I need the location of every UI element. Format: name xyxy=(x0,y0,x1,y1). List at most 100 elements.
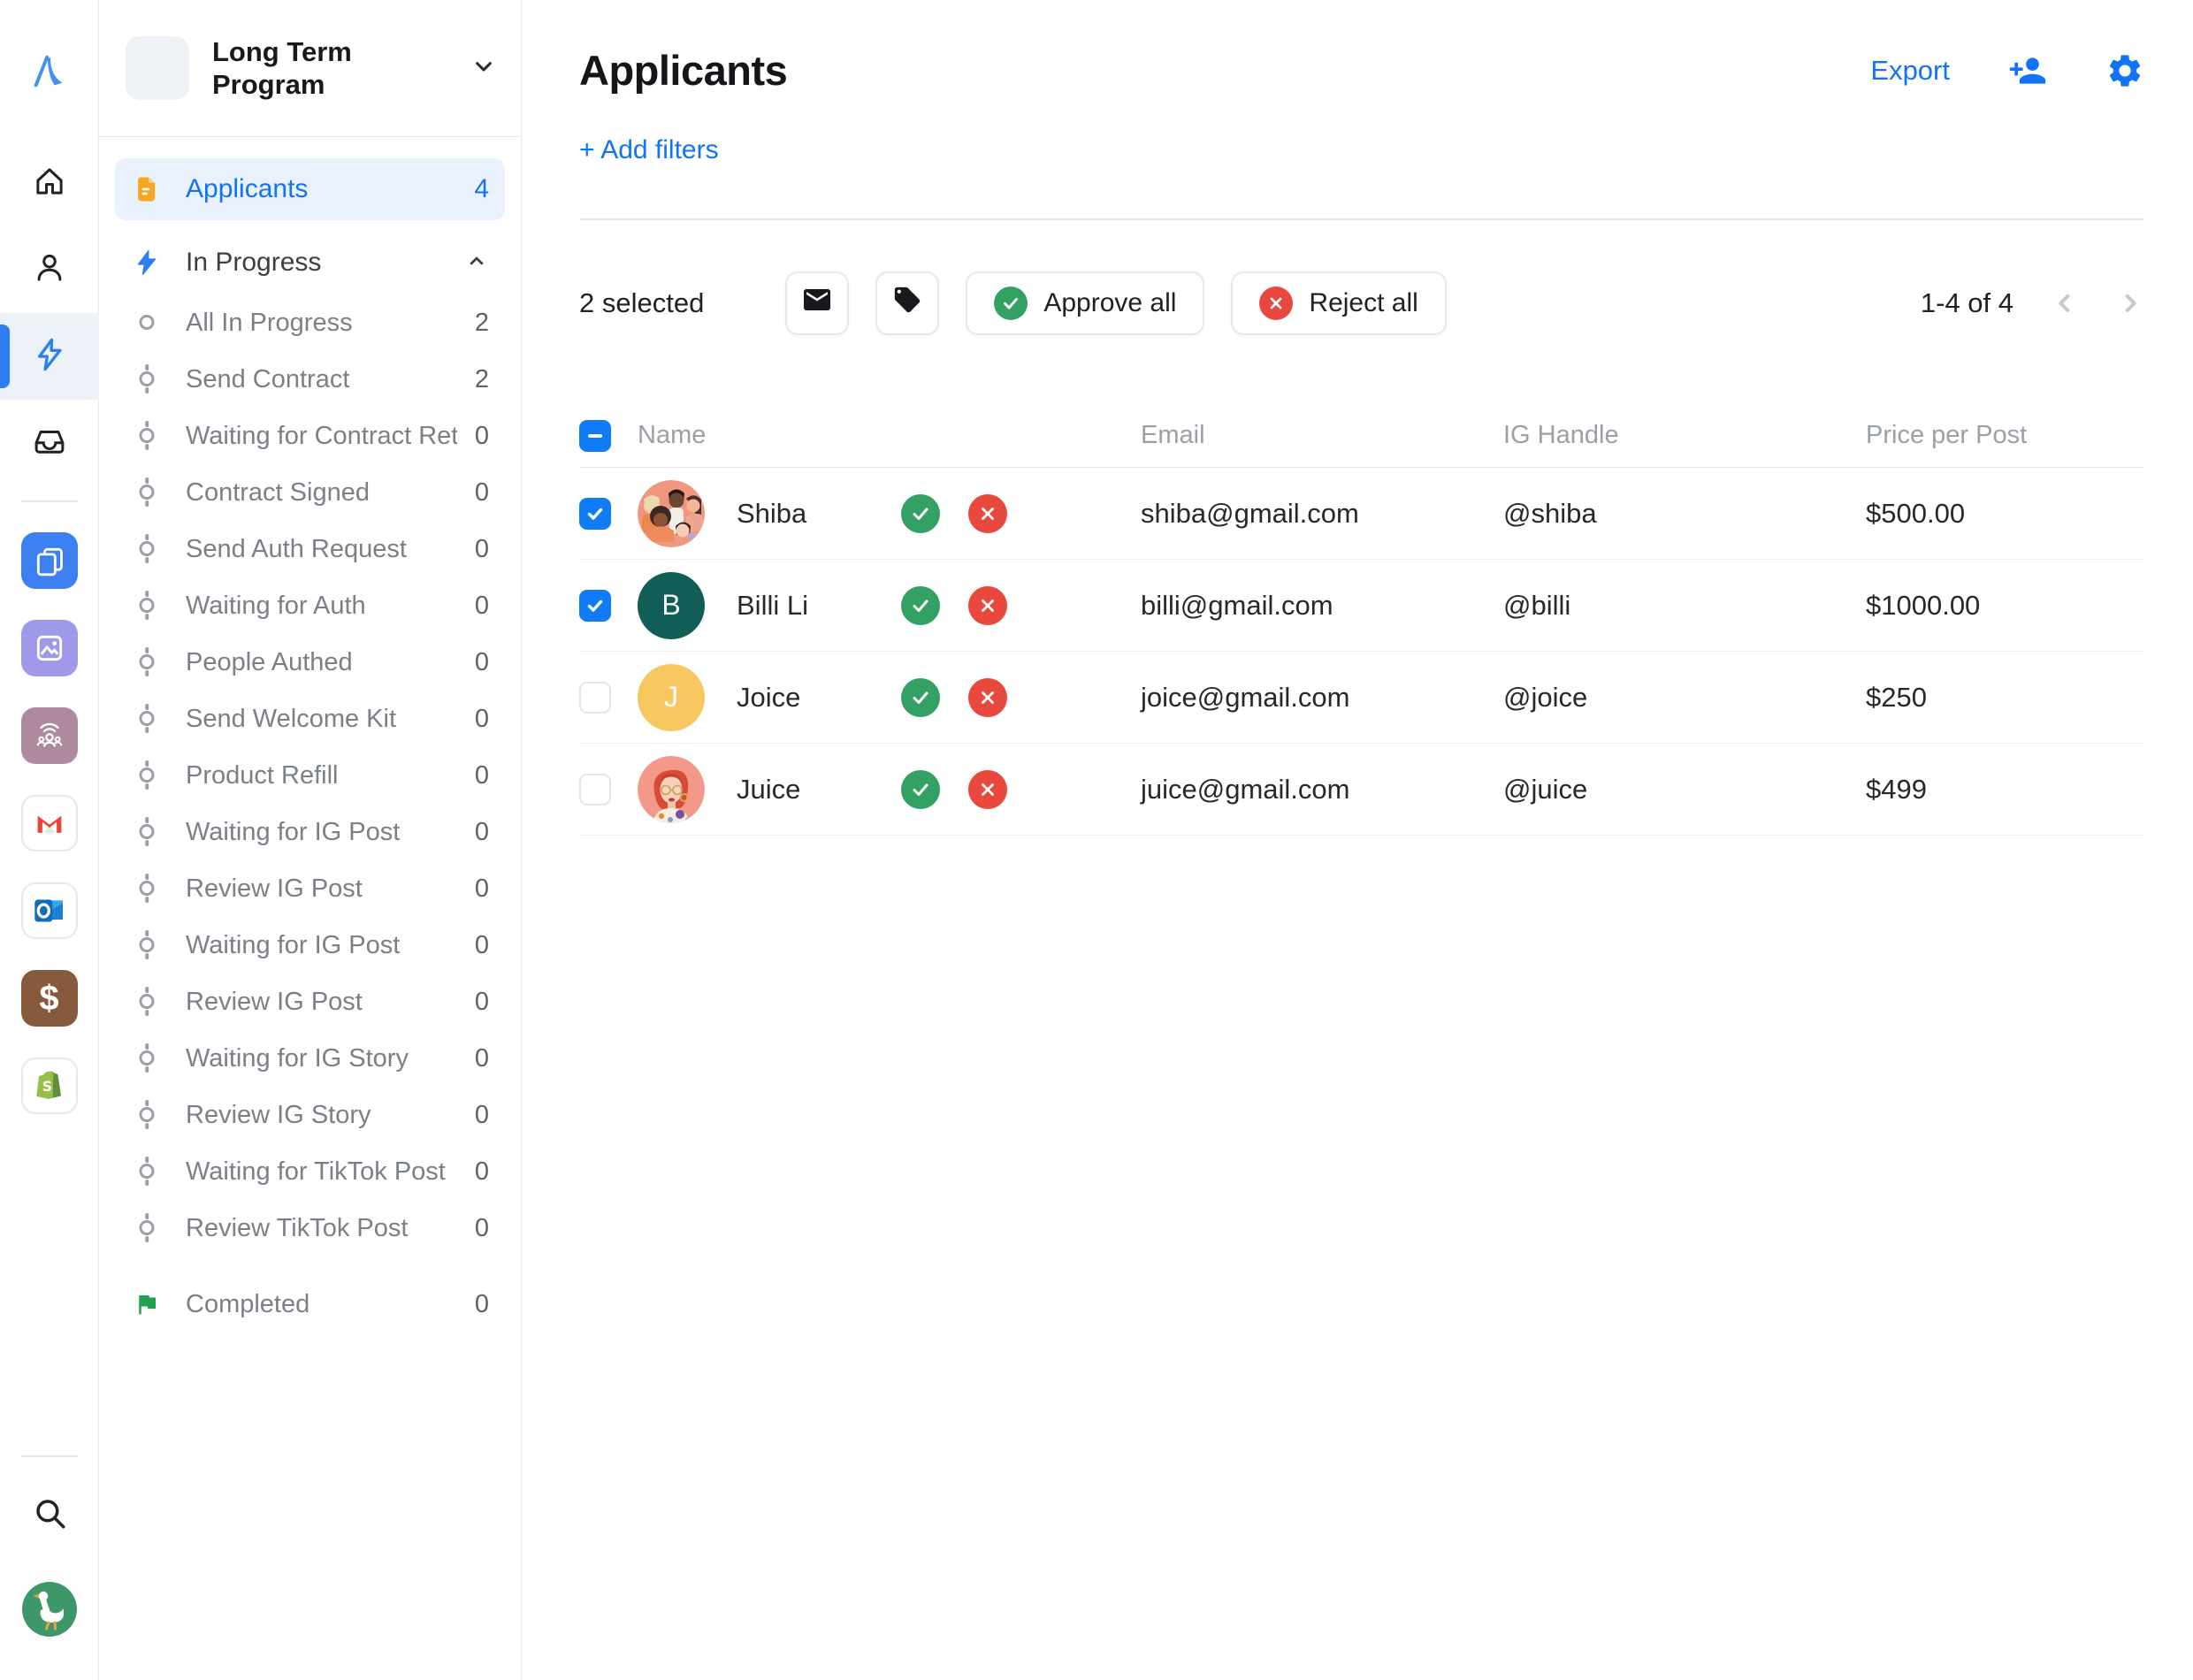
applicant-email: juice@gmail.com xyxy=(1141,774,1503,806)
column-header-name: Name xyxy=(638,421,1141,450)
sidebar-item-waiting-contract-return[interactable]: Waiting for Contract Ret... 0 xyxy=(115,408,505,464)
chevron-up-icon xyxy=(464,248,489,278)
next-page-button[interactable] xyxy=(2116,289,2144,317)
mail-icon xyxy=(801,284,833,323)
applicant-email: joice@gmail.com xyxy=(1141,682,1503,714)
stage-node-icon xyxy=(131,929,163,961)
applicant-email: billi@gmail.com xyxy=(1141,590,1503,622)
avatar: J xyxy=(638,664,705,731)
sidebar-item-review-tiktok-post[interactable]: Review TikTok Post 0 xyxy=(115,1200,505,1256)
sidebar-item-product-refill[interactable]: Product Refill 0 xyxy=(115,747,505,804)
approve-all-button[interactable]: Approve all xyxy=(966,271,1204,335)
sidebar-item-contract-signed[interactable]: Contract Signed 0 xyxy=(115,464,505,521)
page-title: Applicants xyxy=(579,46,787,95)
dollar-icon: $ xyxy=(21,970,78,1027)
rail-people-button[interactable] xyxy=(0,226,99,313)
sidebar-item-all-in-progress[interactable]: All In Progress 2 xyxy=(115,294,505,351)
lightning-icon xyxy=(31,336,68,378)
rail-content-app-button[interactable] xyxy=(0,516,99,604)
applicant-name: Joice xyxy=(737,682,901,714)
reject-button[interactable] xyxy=(968,770,1007,809)
applicants-table: Name Email IG Handle Price per Post Shib… xyxy=(579,404,2144,836)
sidebar-item-review-ig-post[interactable]: Review IG Post 0 xyxy=(115,860,505,917)
rail-payments-app-button[interactable]: $ xyxy=(0,954,99,1042)
column-header-ig-handle: IG Handle xyxy=(1503,421,1866,450)
add-filters-button[interactable]: + Add filters xyxy=(579,135,719,165)
shopify-icon: S xyxy=(21,1058,78,1114)
rail-shopify-app-button[interactable]: S xyxy=(0,1042,99,1129)
sidebar-item-review-ig-story[interactable]: Review IG Story 0 xyxy=(115,1087,505,1143)
rail-workflows-button[interactable] xyxy=(0,313,99,400)
goose-chat-button[interactable] xyxy=(21,1581,78,1638)
approve-button[interactable] xyxy=(901,586,940,625)
program-thumbnail xyxy=(126,36,189,100)
row-checkbox[interactable] xyxy=(579,682,611,714)
sidebar-group-in-progress[interactable]: In Progress xyxy=(115,231,505,294)
rail-search-button[interactable] xyxy=(0,1471,99,1558)
sidebar-item-waiting-for-ig-post[interactable]: Waiting for IG Post 0 xyxy=(115,804,505,860)
stage-node-icon xyxy=(131,533,163,565)
sidebar-item-people-authed[interactable]: People Authed 0 xyxy=(115,634,505,691)
sidebar-item-waiting-for-ig-post-2[interactable]: Waiting for IG Post 0 xyxy=(115,917,505,974)
sidebar: Long Term Program Applicants 4 In Progre… xyxy=(99,0,522,1680)
pages-icon xyxy=(21,532,78,589)
rail-media-app-button[interactable] xyxy=(0,604,99,691)
approve-button[interactable] xyxy=(901,494,940,533)
select-all-checkbox[interactable] xyxy=(579,420,611,452)
inbox-icon xyxy=(31,423,68,464)
sidebar-group-label: In Progress xyxy=(186,248,464,278)
rail-gmail-app-button[interactable] xyxy=(0,779,99,867)
pagination-range: 1-4 of 4 xyxy=(1921,287,2013,319)
applicant-name: Juice xyxy=(737,774,901,806)
applicant-price: $500.00 xyxy=(1866,498,2144,530)
rail-divider xyxy=(21,500,78,502)
row-checkbox[interactable] xyxy=(579,590,611,622)
stage-node-icon xyxy=(131,1212,163,1244)
applicant-ig-handle: @joice xyxy=(1503,682,1866,714)
stage-node-icon xyxy=(131,477,163,508)
applicant-ig-handle: @billi xyxy=(1503,590,1866,622)
sidebar-item-send-contract[interactable]: Send Contract 2 xyxy=(115,351,505,408)
stage-node-icon xyxy=(131,873,163,905)
email-selected-button[interactable] xyxy=(785,271,849,335)
reject-button[interactable] xyxy=(968,586,1007,625)
add-person-button[interactable] xyxy=(2008,51,2047,90)
sidebar-item-send-welcome-kit[interactable]: Send Welcome Kit 0 xyxy=(115,691,505,747)
stage-node-icon xyxy=(131,646,163,678)
reject-button[interactable] xyxy=(968,678,1007,717)
prev-page-button[interactable] xyxy=(2051,289,2079,317)
reject-all-button[interactable]: Reject all xyxy=(1231,271,1446,335)
rail-outlook-app-button[interactable] xyxy=(0,867,99,954)
sidebar-item-applicants[interactable]: Applicants 4 xyxy=(115,158,505,220)
stage-node-icon xyxy=(131,590,163,622)
applicant-name: Billi Li xyxy=(737,590,901,622)
reject-button[interactable] xyxy=(968,494,1007,533)
main-content: Applicants Export + Add filters 2 select… xyxy=(522,0,2193,1680)
settings-gear-button[interactable] xyxy=(2105,51,2144,90)
sidebar-item-review-ig-post-2[interactable]: Review IG Post 0 xyxy=(115,974,505,1030)
sidebar-item-waiting-for-ig-story[interactable]: Waiting for IG Story 0 xyxy=(115,1030,505,1087)
row-checkbox[interactable] xyxy=(579,498,611,530)
approve-button[interactable] xyxy=(901,678,940,717)
approve-button[interactable] xyxy=(901,770,940,809)
tag-selected-button[interactable] xyxy=(875,271,939,335)
row-checkbox[interactable] xyxy=(579,774,611,806)
goose-icon xyxy=(21,1626,78,1641)
pagination: 1-4 of 4 xyxy=(1921,287,2144,319)
applicant-ig-handle: @juice xyxy=(1503,774,1866,806)
rail-inbox-button[interactable] xyxy=(0,400,99,486)
image-icon xyxy=(21,620,78,676)
rail-audience-app-button[interactable] xyxy=(0,691,99,779)
document-icon xyxy=(131,174,163,204)
sidebar-item-send-auth-request[interactable]: Send Auth Request 0 xyxy=(115,521,505,577)
home-icon xyxy=(31,163,68,204)
search-icon xyxy=(31,1494,68,1536)
stage-node-icon xyxy=(131,986,163,1018)
rail-home-button[interactable] xyxy=(0,140,99,226)
export-button[interactable]: Export xyxy=(1870,55,1950,87)
sidebar-item-waiting-for-auth[interactable]: Waiting for Auth 0 xyxy=(115,577,505,634)
sidebar-item-completed[interactable]: Completed 0 xyxy=(115,1274,505,1334)
table-row: Juice juice@gmail.com @juice $499 xyxy=(579,744,2144,836)
program-selector[interactable]: Long Term Program xyxy=(99,0,521,137)
sidebar-item-waiting-for-tiktok-post[interactable]: Waiting for TikTok Post 0 xyxy=(115,1143,505,1200)
